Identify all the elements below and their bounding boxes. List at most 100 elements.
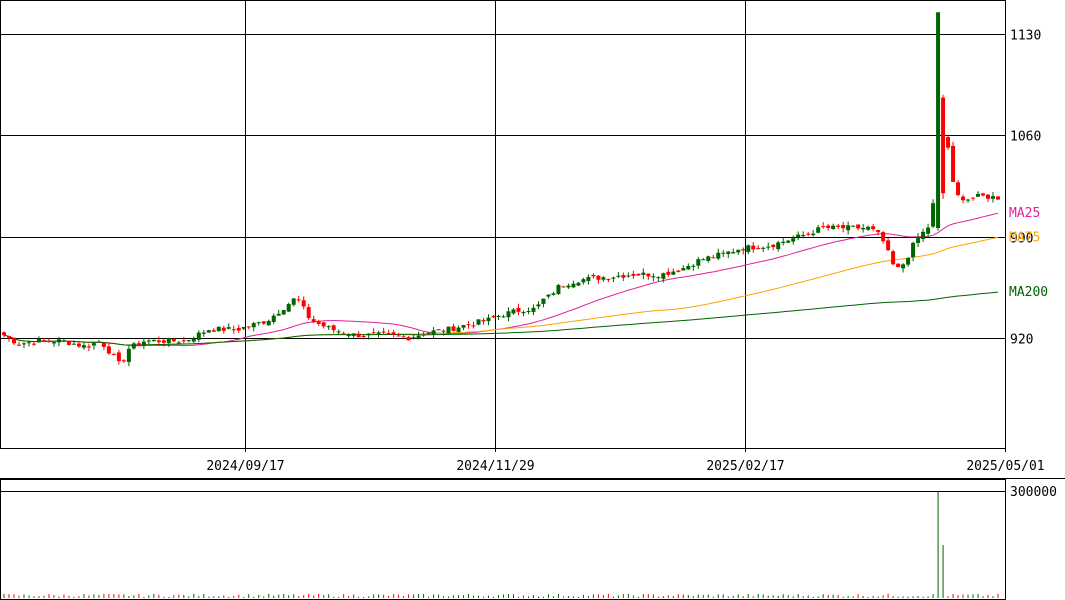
candle-body bbox=[386, 333, 391, 335]
candle-body bbox=[996, 196, 1000, 200]
candle-body bbox=[661, 273, 666, 279]
candle-body bbox=[946, 137, 951, 148]
candle bbox=[556, 283, 561, 296]
date-tick-2: 2025/02/17 bbox=[706, 459, 784, 474]
date-tick-3: 2025/05/01 bbox=[966, 459, 1044, 474]
candle-body bbox=[251, 323, 256, 328]
candle-body bbox=[516, 308, 521, 312]
candle-body bbox=[631, 273, 636, 276]
candle-body bbox=[816, 227, 821, 233]
price-tick-920: 920 bbox=[1010, 333, 1033, 348]
candle-body bbox=[471, 325, 476, 327]
candle-body bbox=[66, 340, 71, 345]
candle-body bbox=[726, 251, 731, 254]
candle-body bbox=[651, 276, 656, 278]
candle-body bbox=[31, 343, 36, 345]
candle-body bbox=[956, 182, 961, 196]
candle-body bbox=[801, 235, 806, 237]
candle-body bbox=[311, 319, 316, 323]
candle-body bbox=[751, 245, 756, 250]
candle-body bbox=[931, 203, 936, 227]
candle-body bbox=[686, 266, 691, 270]
candle-body bbox=[971, 197, 976, 199]
candle-body bbox=[321, 322, 326, 327]
candle-body bbox=[186, 340, 191, 342]
candle-body bbox=[701, 259, 706, 261]
candle-body bbox=[146, 340, 151, 342]
candle-body bbox=[451, 326, 456, 331]
candle-body bbox=[591, 274, 596, 277]
candle-body bbox=[761, 247, 766, 249]
candle-body bbox=[76, 343, 81, 347]
candle-body bbox=[846, 225, 851, 231]
candle-body bbox=[531, 307, 536, 312]
candle-body bbox=[806, 233, 811, 235]
candle-body bbox=[6, 335, 11, 338]
candle-body bbox=[551, 293, 556, 295]
candle-body bbox=[206, 330, 211, 333]
candle-body bbox=[611, 277, 616, 279]
candle-body bbox=[746, 245, 751, 252]
candle-body bbox=[291, 298, 296, 305]
candle bbox=[936, 12, 941, 231]
candle-body bbox=[906, 257, 911, 265]
candle-body bbox=[356, 333, 361, 338]
candle-body bbox=[876, 230, 881, 233]
candle-body bbox=[191, 338, 196, 342]
candle-body bbox=[966, 199, 971, 201]
candle bbox=[951, 141, 956, 182]
candle bbox=[956, 179, 961, 197]
candle-body bbox=[691, 265, 696, 267]
candle-body bbox=[126, 348, 131, 363]
candle-body bbox=[681, 268, 686, 271]
candle-body bbox=[541, 298, 546, 304]
candle-body bbox=[496, 316, 501, 318]
candle-body bbox=[221, 327, 226, 331]
candle-body bbox=[646, 273, 651, 277]
candle-body bbox=[486, 317, 491, 322]
price-tick-1130: 1130 bbox=[1010, 29, 1041, 44]
candle-body bbox=[466, 324, 471, 326]
candle-body bbox=[431, 330, 436, 335]
candle-body bbox=[306, 307, 311, 319]
candle-body bbox=[316, 321, 321, 324]
candle-body bbox=[36, 338, 41, 343]
candle-body bbox=[841, 225, 846, 229]
candle-body bbox=[101, 342, 106, 347]
candle-body bbox=[976, 193, 981, 197]
candle-body bbox=[771, 244, 776, 248]
date-axis-ticks: 2024/09/17 2024/11/29 2025/02/17 2025/05/01 bbox=[206, 448, 1045, 474]
candle-body bbox=[576, 282, 581, 286]
candle-body bbox=[991, 196, 996, 199]
candle-body bbox=[141, 341, 146, 346]
candle-body bbox=[301, 300, 306, 307]
candle-body bbox=[851, 225, 856, 227]
candle-body bbox=[621, 275, 626, 278]
candle-body bbox=[416, 335, 421, 339]
candle-body bbox=[226, 327, 231, 329]
candle-body bbox=[536, 304, 541, 307]
candle-body bbox=[161, 340, 166, 343]
candle-body bbox=[246, 326, 251, 328]
ma-label-ma200: MA200 bbox=[1009, 285, 1048, 300]
candle-body bbox=[21, 343, 26, 345]
price-tick-1060: 1060 bbox=[1010, 130, 1041, 145]
candle-body bbox=[331, 325, 336, 331]
candle-body bbox=[776, 242, 781, 250]
candle-body bbox=[106, 346, 111, 354]
candle-body bbox=[411, 337, 416, 339]
candle-body bbox=[391, 332, 396, 335]
candle-body bbox=[916, 237, 921, 243]
candle-body bbox=[856, 224, 861, 229]
candle-body bbox=[706, 256, 711, 261]
candle-body bbox=[786, 240, 791, 243]
candle-body bbox=[981, 193, 986, 196]
candle-body bbox=[896, 263, 901, 268]
date-axis: 2024/09/17 2024/11/29 2025/02/17 2025/05/01 bbox=[0, 448, 1065, 479]
candle-body bbox=[561, 286, 566, 288]
candle-body bbox=[736, 249, 741, 253]
candle-body bbox=[116, 352, 121, 362]
candle-body bbox=[46, 340, 51, 342]
candle-body bbox=[546, 294, 551, 297]
candle-body bbox=[26, 342, 31, 344]
